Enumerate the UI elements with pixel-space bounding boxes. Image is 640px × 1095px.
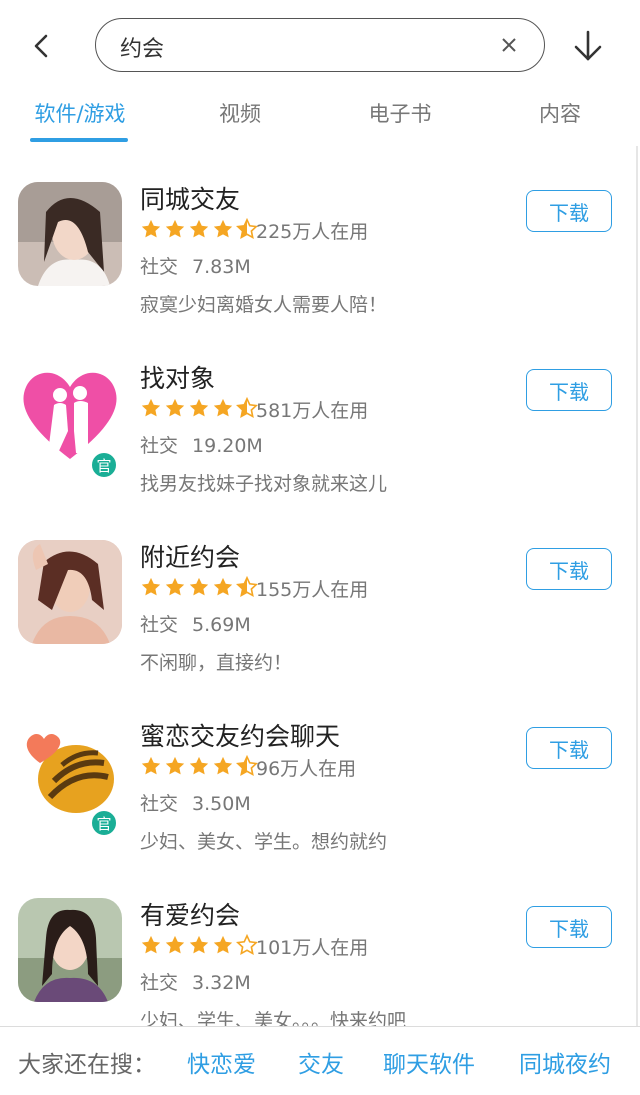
back-button[interactable] xyxy=(26,26,56,66)
app-name[interactable]: 有爱约会 xyxy=(140,896,240,932)
half-star-icon xyxy=(236,397,258,419)
portrait-photo-icon[interactable] xyxy=(18,540,122,644)
result-tabs: 软件/游戏 视频 电子书 内容 xyxy=(0,90,640,146)
app-name[interactable]: 蜜恋交友约会聊天 xyxy=(140,717,340,753)
star-icon xyxy=(165,756,185,775)
app-meta: 社交 3.50M xyxy=(140,789,251,816)
portrait-photo-icon[interactable] xyxy=(18,898,122,1002)
star-icon xyxy=(141,935,161,954)
tab-video[interactable]: 视频 xyxy=(200,98,280,128)
download-button[interactable]: 下载 xyxy=(526,190,612,232)
app-category: 社交 xyxy=(140,435,179,457)
tab-apps-games[interactable]: 软件/游戏 xyxy=(30,98,130,128)
star-icon xyxy=(141,577,161,596)
back-chevron-icon xyxy=(34,34,48,58)
star-icon xyxy=(213,577,233,596)
user-count: 101万人在用 xyxy=(256,937,369,959)
search-input[interactable]: 约会 xyxy=(95,18,545,72)
list-item[interactable]: 同城交友 225万人在用 社交 7.83M 寂寞少妇离婚女人需要人陪！ 下载 xyxy=(0,160,640,339)
related-search-link[interactable]: 交友 xyxy=(298,1045,344,1079)
app-size: 7.83M xyxy=(192,256,251,278)
star-icon xyxy=(189,756,209,775)
user-count: 155万人在用 xyxy=(256,579,369,601)
tab-ebook[interactable]: 电子书 xyxy=(360,98,440,128)
star-icon xyxy=(165,935,185,954)
star-icon xyxy=(213,398,233,417)
list-item[interactable]: 有爱约会 101万人在用 社交 3.32M 少妇、学生、美女。。。快来约吧 下载 xyxy=(0,876,640,1026)
app-size: 19.20M xyxy=(192,435,263,457)
star-icon xyxy=(213,935,233,954)
app-name[interactable]: 附近约会 xyxy=(140,538,240,574)
related-searches-label: 大家还在搜： xyxy=(18,1052,156,1078)
app-size: 5.69M xyxy=(192,614,251,636)
user-count: 581万人在用 xyxy=(256,400,369,422)
star-icon xyxy=(141,398,161,417)
rating-stars xyxy=(140,576,258,598)
app-category: 社交 xyxy=(140,972,179,994)
rating-stars xyxy=(140,218,258,240)
app-meta: 社交 3.32M xyxy=(140,968,251,995)
header-bar: 约会 xyxy=(0,0,640,90)
download-button[interactable]: 下载 xyxy=(526,548,612,590)
rating-stars xyxy=(140,397,258,419)
half-star-icon xyxy=(236,755,258,777)
star-icon xyxy=(189,219,209,238)
star-icon xyxy=(165,398,185,417)
app-description: 寂寞少妇离婚女人需要人陪！ xyxy=(140,294,388,316)
tab-content[interactable]: 内容 xyxy=(520,98,600,128)
app-category: 社交 xyxy=(140,614,179,636)
app-description: 不闲聊，直接约！ xyxy=(140,652,293,674)
list-item[interactable]: 蜜恋交友约会聊天 96万人在用 社交 3.50M 少妇、美女、学生。想约就约 下载… xyxy=(0,697,640,876)
related-search-link[interactable]: 同城夜约 xyxy=(519,1045,611,1079)
rating-stars xyxy=(140,755,258,777)
list-item[interactable]: 找对象 581万人在用 社交 19.20M 找男友找妹子找对象就来这儿 下载 官 xyxy=(0,339,640,518)
app-meta: 社交 5.69M xyxy=(140,610,251,637)
active-tab-indicator xyxy=(30,138,128,142)
app-size: 3.32M xyxy=(192,972,251,994)
app-size: 3.50M xyxy=(192,793,251,815)
star-icon xyxy=(213,219,233,238)
app-description: 少妇、美女、学生。想约就约 xyxy=(140,831,388,853)
half-star-icon xyxy=(236,576,258,598)
clear-search-button[interactable] xyxy=(496,32,522,58)
star-icon xyxy=(141,756,161,775)
portrait-photo-icon[interactable] xyxy=(18,182,122,286)
star-icon xyxy=(165,577,185,596)
list-item[interactable]: 附近约会 155万人在用 社交 5.69M 不闲聊，直接约！ 下载 xyxy=(0,518,640,697)
app-category: 社交 xyxy=(140,793,179,815)
star-icon xyxy=(189,935,209,954)
related-searches-bar: 大家还在搜： 快恋爱 交友 聊天软件 同城夜约 xyxy=(0,1026,640,1095)
app-name[interactable]: 找对象 xyxy=(140,359,215,395)
star-icon xyxy=(213,756,233,775)
download-arrow-icon xyxy=(574,30,602,61)
star-icon xyxy=(141,219,161,238)
empty-star-icon xyxy=(236,934,258,956)
related-search-link[interactable]: 快恋爱 xyxy=(187,1045,256,1079)
download-button[interactable]: 下载 xyxy=(526,906,612,948)
pink-heart-couple-icon[interactable] xyxy=(18,361,122,465)
rating-stars xyxy=(140,934,258,956)
orange-shell-heart-icon[interactable] xyxy=(18,719,122,823)
app-meta: 社交 19.20M xyxy=(140,431,263,458)
app-category: 社交 xyxy=(140,256,179,278)
related-search-link[interactable]: 聊天软件 xyxy=(383,1045,475,1079)
official-badge: 官 xyxy=(90,809,118,837)
star-icon xyxy=(189,398,209,417)
app-description: 少妇、学生、美女。。。快来约吧 xyxy=(140,1010,407,1026)
close-icon xyxy=(502,38,516,52)
half-star-icon xyxy=(236,218,258,240)
download-button[interactable]: 下载 xyxy=(526,727,612,769)
user-count: 96万人在用 xyxy=(256,758,357,780)
download-manager-button[interactable] xyxy=(570,26,606,66)
search-query-text: 约会 xyxy=(120,37,165,62)
official-badge: 官 xyxy=(90,451,118,479)
app-description: 找男友找妹子找对象就来这儿 xyxy=(140,473,388,495)
star-icon xyxy=(189,577,209,596)
star-icon xyxy=(165,219,185,238)
app-name[interactable]: 同城交友 xyxy=(140,180,240,216)
app-meta: 社交 7.83M xyxy=(140,252,251,279)
user-count: 225万人在用 xyxy=(256,221,369,243)
download-button[interactable]: 下载 xyxy=(526,369,612,411)
